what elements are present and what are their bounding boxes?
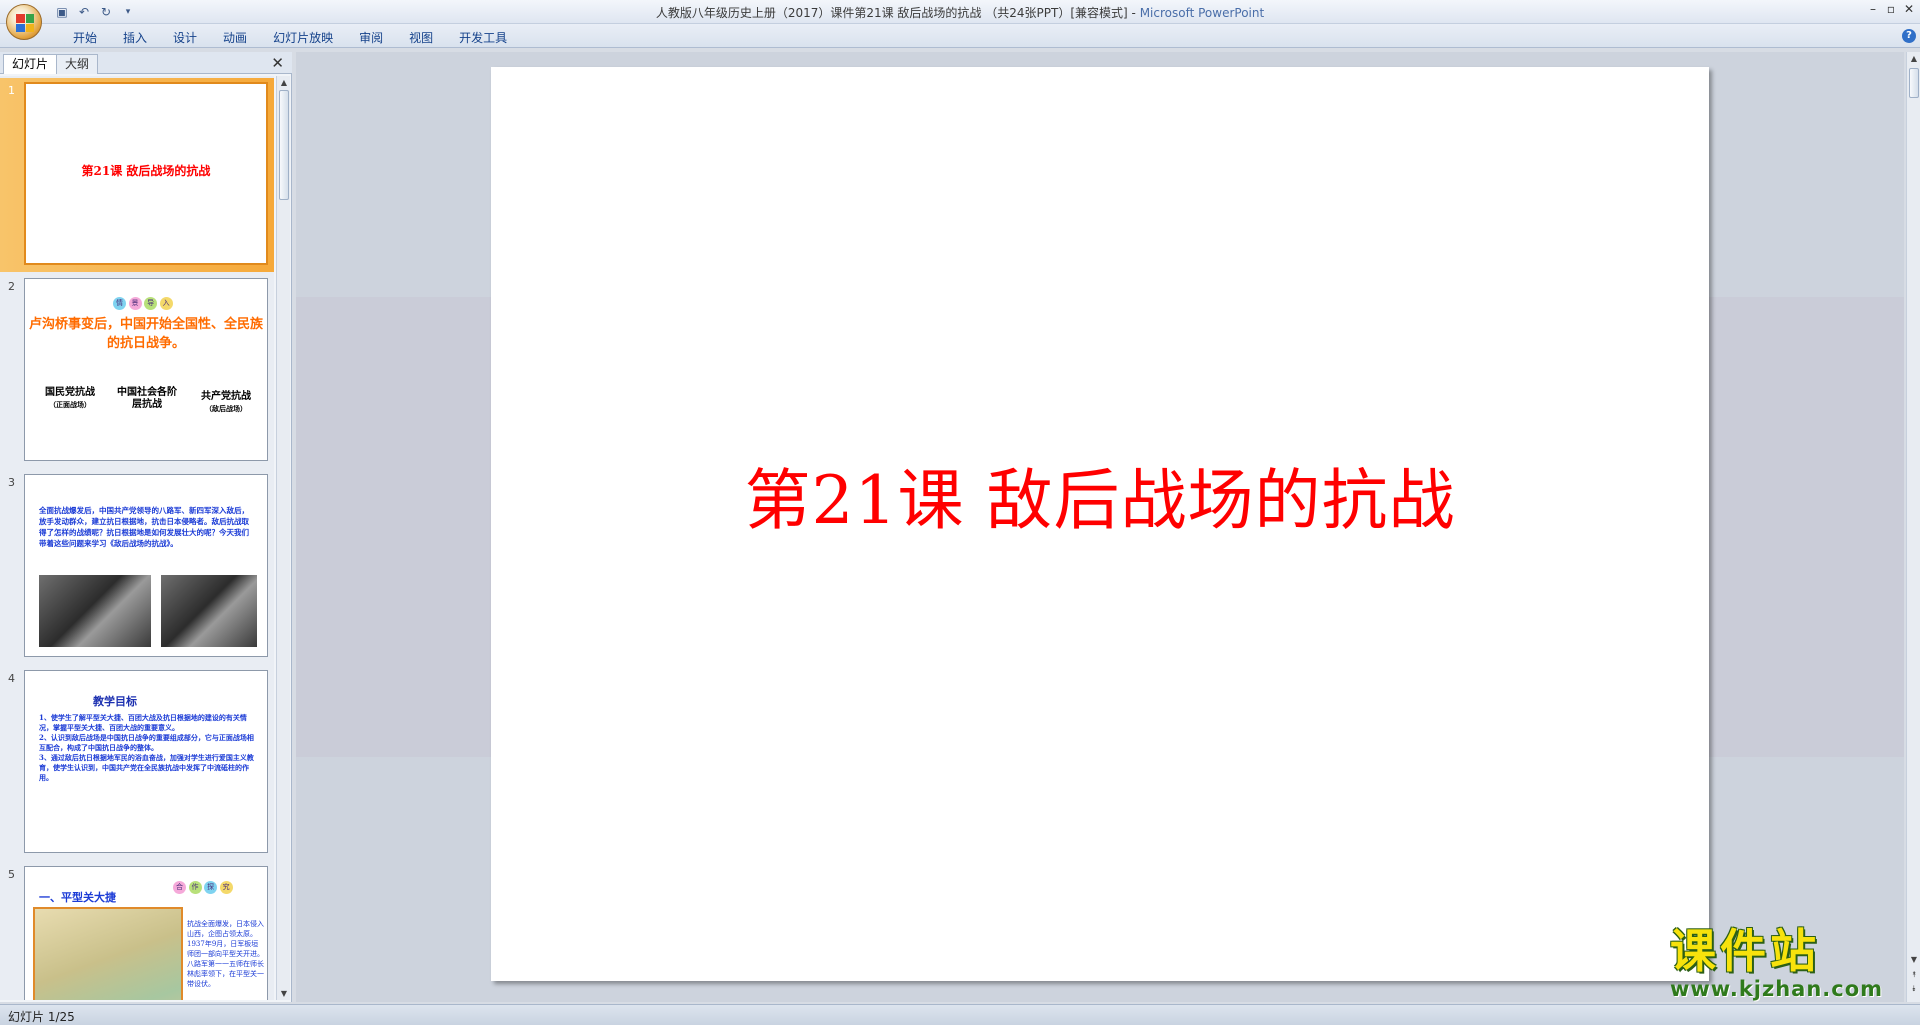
railway-photo (39, 575, 151, 647)
office-logo-icon (16, 14, 34, 32)
thumbnail-side-text: 抗战全面爆发，日本侵入山西，企图占领太原。1937年9月，日军板垣师团一部向平型… (187, 920, 264, 988)
help-icon[interactable]: ? (1902, 29, 1916, 43)
column-sub: （正面战场） (49, 400, 91, 409)
slide-thumbnail[interactable]: 全面抗战爆发后，中国共产党领导的八路军、新四军深入敌后，放手发动群众，建立抗日根… (24, 474, 268, 657)
goal-item: 1、使学生了解平型关大捷、百团大战及抗日根据地的建设的有关情况，掌握平型关大捷、… (39, 713, 247, 732)
badge-char: 合 (173, 881, 186, 894)
restore-icon[interactable]: ▫ (1884, 2, 1898, 16)
badge-char: 情 (113, 297, 126, 310)
scroll-up-icon[interactable]: ▲ (277, 78, 291, 87)
office-button[interactable] (6, 4, 42, 40)
tab-insert[interactable]: 插入 (110, 29, 160, 46)
tab-slideshow[interactable]: 幻灯片放映 (260, 29, 346, 46)
tab-animation[interactable]: 动画 (210, 29, 260, 46)
slide-number: 4 (8, 672, 15, 685)
tab-outline[interactable]: 大纲 (56, 54, 99, 74)
tab-developer[interactable]: 开发工具 (446, 29, 520, 46)
slide-title[interactable]: 第21课 敌后战场的抗战 (491, 447, 1709, 543)
slide-thumbnail-list: 1 第21课 敌后战场的抗战 2 情 景 导 入 卢沟桥事变后，中国开始全国性、… (0, 76, 274, 1000)
thumbnail-row-5[interactable]: 5 一、平型关大捷 合 作 探 究 抗战全面爆发，日本侵入山西，企图占领太原。1… (0, 862, 274, 1000)
current-slide[interactable]: 第21课 敌后战场的抗战 (491, 67, 1709, 981)
cpc-label: 共产党抗战 （敌后战场） (193, 391, 259, 415)
slide-thumbnail[interactable]: 第21课 敌后战场的抗战 (24, 82, 268, 265)
slide-number: 1 (8, 84, 15, 97)
badge-char: 作 (188, 881, 202, 894)
slide-thumbnail[interactable]: 情 景 导 入 卢沟桥事变后，中国开始全国性、全民族的抗日战争。 国民党抗战 （… (24, 278, 268, 461)
scroll-down-icon[interactable]: ▼ (277, 989, 291, 998)
powerpoint-window: ▣ ↶ ↻ ▾ 人教版八年级历史上册（2017）课件第21课 敌后战场的抗战 （… (0, 0, 1920, 1025)
scene-intro-badge: 情 景 导 入 (113, 297, 173, 310)
badge-char: 景 (128, 297, 142, 310)
badge-char: 探 (204, 881, 218, 894)
panel-tabs: 幻灯片 大纲 ✕ (0, 52, 292, 74)
status-bar: 幻灯片 1/25 (0, 1004, 1920, 1025)
thumbnail-row-2[interactable]: 2 情 景 导 入 卢沟桥事变后，中国开始全国性、全民族的抗日战争。 国民党抗战… (0, 274, 274, 468)
slide-counter: 幻灯片 1/25 (8, 1010, 75, 1024)
column-text: 共产党抗战 (201, 391, 251, 402)
tab-review[interactable]: 审阅 (346, 29, 396, 46)
slide-number: 2 (8, 280, 15, 293)
minimize-icon[interactable]: – (1866, 2, 1880, 16)
thumbnail-row-1[interactable]: 1 第21课 敌后战场的抗战 (0, 78, 274, 272)
tab-slides[interactable]: 幻灯片 (3, 54, 58, 74)
thumbnail-heading: 一、平型关大捷 (39, 891, 116, 904)
scroll-thumb[interactable] (1909, 68, 1919, 98)
watermark-url: www.kjzhan.com (1670, 977, 1884, 1001)
column-text: 国民党抗战 (45, 387, 95, 398)
slide-thumbnail[interactable]: 教学目标 1、使学生了解平型关大捷、百团大战及抗日根据地的建设的有关情况，掌握平… (24, 670, 268, 853)
column-sub: （敌后战场） (205, 404, 247, 413)
kmt-label: 国民党抗战 （正面战场） (39, 387, 101, 411)
panel-close-icon[interactable]: ✕ (271, 54, 284, 72)
close-icon[interactable]: ✕ (1902, 2, 1916, 16)
tab-design[interactable]: 设计 (160, 29, 210, 46)
thumbnail-title: 卢沟桥事变后，中国开始全国性、全民族的抗日战争。 (29, 317, 264, 351)
tab-view[interactable]: 视图 (396, 29, 446, 46)
thumbnail-scrollbar[interactable]: ▲ ▼ (276, 76, 290, 1000)
slide-thumbnail[interactable]: 一、平型关大捷 合 作 探 究 抗战全面爆发，日本侵入山西，企图占领太原。193… (24, 866, 268, 1000)
window-title: 人教版八年级历史上册（2017）课件第21课 敌后战场的抗战 （共24张PPT）… (655, 6, 1265, 20)
battle-map (33, 907, 183, 1000)
window-controls: – ▫ ✕ (1866, 2, 1916, 16)
explore-badge: 合 作 探 究 (173, 881, 233, 894)
badge-char: 入 (159, 297, 173, 310)
scroll-up-icon[interactable]: ▲ (1907, 54, 1920, 63)
thumbnail-row-3[interactable]: 3 全面抗战爆发后，中国共产党领导的八路军、新四军深入敌后，放手发动群众，建立抗… (0, 470, 274, 664)
ribbon-tab-bar: 开始 插入 设计 动画 幻灯片放映 审阅 视图 开发工具 ? (0, 24, 1920, 48)
slide-editor: 第21课 敌后战场的抗战 (296, 52, 1904, 1002)
thumbnail-heading: 教学目标 (93, 695, 137, 708)
badge-char: 导 (144, 297, 158, 310)
thumbnail-goals: 1、使学生了解平型关大捷、百团大战及抗日根据地的建设的有关情况，掌握平型关大捷、… (39, 713, 257, 783)
tab-home[interactable]: 开始 (60, 29, 110, 46)
badge-char: 究 (219, 881, 233, 894)
slides-panel: 幻灯片 大纲 ✕ 1 第21课 敌后战场的抗战 2 情 景 导 入 卢沟桥事变后… (0, 52, 292, 1002)
thumbnail-title: 第21课 敌后战场的抗战 (81, 164, 211, 178)
goal-item: 2、认识到敌后战场是中国抗日战争的重要组成部分，它与正面战场相互配合，构成了中国… (39, 733, 254, 752)
thumbnail-body-text: 全面抗战爆发后，中国共产党领导的八路军、新四军深入敌后，放手发动群众，建立抗日根… (39, 506, 249, 548)
site-watermark: 课件站 www.kjzhan.com (1670, 925, 1910, 1005)
editor-scrollbar[interactable]: ▲ ▼ ⯭ ⯯ (1906, 52, 1920, 1002)
ribbon-tabs: 开始 插入 设计 动画 幻灯片放映 审阅 视图 开发工具 (60, 29, 520, 46)
document-title: 人教版八年级历史上册（2017）课件第21课 敌后战场的抗战 （共24张PPT）… (655, 6, 1128, 20)
thumbnail-row-4[interactable]: 4 教学目标 1、使学生了解平型关大捷、百团大战及抗日根据地的建设的有关情况，掌… (0, 666, 274, 860)
scroll-thumb[interactable] (279, 90, 289, 200)
app-name: Microsoft PowerPoint (1139, 6, 1265, 20)
title-bar: ▣ ↶ ↻ ▾ 人教版八年级历史上册（2017）课件第21课 敌后战场的抗战 （… (0, 0, 1920, 40)
watermark-logo-text: 课件站 (1670, 924, 1820, 978)
soldiers-photo (161, 575, 257, 647)
all-classes-label: 中国社会各阶层抗战 (117, 387, 177, 410)
slide-number: 3 (8, 476, 15, 489)
goal-item: 3、通过敌后抗日根据地军民的浴血奋战，加强对学生进行爱国主义教育，使学生认识到，… (39, 753, 254, 782)
slide-number: 5 (8, 868, 15, 881)
